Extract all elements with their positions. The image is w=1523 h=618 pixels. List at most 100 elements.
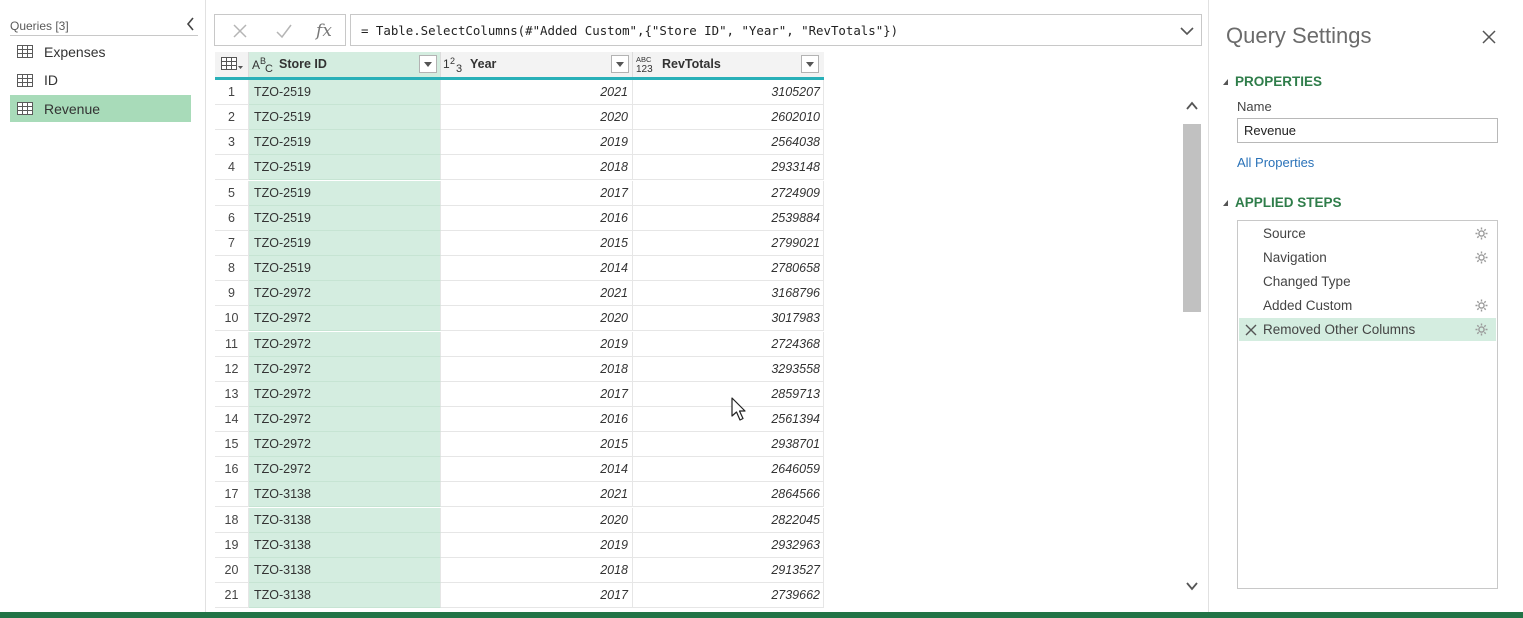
cell-store-id[interactable]: TZO-3138 (249, 583, 441, 608)
cell-year[interactable]: 2015 (441, 432, 633, 458)
cell-year[interactable]: 2017 (441, 583, 633, 608)
cell-revtotals[interactable]: 2564038 (633, 130, 824, 156)
any-type-icon[interactable]: ABC 123 (635, 54, 657, 81)
cell-year[interactable]: 2016 (441, 205, 633, 231)
cell-revtotals[interactable]: 2561394 (633, 406, 824, 432)
cell-store-id[interactable]: TZO-2519 (249, 256, 441, 282)
cell-store-id[interactable]: TZO-2972 (249, 406, 441, 432)
table-row[interactable]: 12 TZO-2972 2018 3293558 (215, 356, 824, 382)
cell-store-id[interactable]: TZO-2972 (249, 331, 441, 357)
cell-store-id[interactable]: TZO-3138 (249, 557, 441, 583)
cell-store-id[interactable]: TZO-2519 (249, 205, 441, 231)
query-name-field[interactable] (1237, 118, 1498, 143)
close-icon[interactable] (229, 20, 251, 42)
cell-revtotals[interactable]: 2646059 (633, 457, 824, 483)
all-properties-link[interactable]: All Properties (1237, 155, 1314, 170)
cell-year[interactable]: 2015 (441, 230, 633, 256)
table-row[interactable]: 19 TZO-3138 2019 2932963 (215, 532, 824, 558)
cell-revtotals[interactable]: 2724909 (633, 180, 824, 206)
delete-step-icon[interactable] (1245, 323, 1257, 336)
cell-store-id[interactable]: TZO-2972 (249, 432, 441, 458)
table-row[interactable]: 9 TZO-2972 2021 3168796 (215, 281, 824, 307)
formula-input[interactable]: = Table.SelectColumns(#"Added Custom",{"… (350, 14, 1202, 46)
gear-icon[interactable] (1475, 251, 1488, 264)
applied-step-removed-other-columns[interactable]: Removed Other Columns (1239, 318, 1496, 341)
cell-revtotals[interactable]: 3168796 (633, 281, 824, 307)
table-row[interactable]: 10 TZO-2972 2020 3017983 (215, 306, 824, 332)
column-header-revtotals[interactable]: ABC 123 RevTotals (633, 52, 824, 77)
cell-revtotals[interactable]: 2938701 (633, 432, 824, 458)
cell-year[interactable]: 2018 (441, 155, 633, 181)
applied-steps-section-header[interactable]: APPLIED STEPS (1223, 195, 1342, 210)
table-row[interactable]: 18 TZO-3138 2020 2822045 (215, 507, 824, 533)
cell-store-id[interactable]: TZO-2972 (249, 356, 441, 382)
table-row[interactable]: 21 TZO-3138 2017 2739662 (215, 583, 824, 608)
column-header-store-id[interactable]: ABC Store ID (249, 52, 441, 77)
cell-revtotals[interactable]: 2859713 (633, 381, 824, 407)
table-row[interactable]: 6 TZO-2519 2016 2539884 (215, 205, 824, 231)
cell-store-id[interactable]: TZO-3138 (249, 482, 441, 508)
text-type-icon[interactable]: ABC (252, 55, 274, 80)
cell-store-id[interactable]: TZO-2519 (249, 180, 441, 206)
cell-year[interactable]: 2020 (441, 306, 633, 332)
table-row[interactable]: 16 TZO-2972 2014 2646059 (215, 457, 824, 483)
check-icon[interactable] (273, 20, 295, 42)
cell-revtotals[interactable]: 3017983 (633, 306, 824, 332)
table-row[interactable]: 5 TZO-2519 2017 2724909 (215, 180, 824, 206)
cell-store-id[interactable]: TZO-2519 (249, 230, 441, 256)
cell-store-id[interactable]: TZO-2519 (249, 155, 441, 181)
cell-year[interactable]: 2021 (441, 80, 633, 105)
scroll-up-chevron-icon[interactable] (1184, 98, 1200, 114)
cell-year[interactable]: 2021 (441, 482, 633, 508)
cell-revtotals[interactable]: 2799021 (633, 230, 824, 256)
cell-year[interactable]: 2019 (441, 331, 633, 357)
cell-revtotals[interactable]: 2864566 (633, 482, 824, 508)
close-icon[interactable] (1481, 29, 1497, 45)
column-filter-dropdown[interactable] (419, 55, 437, 73)
cell-revtotals[interactable]: 3293558 (633, 356, 824, 382)
cell-year[interactable]: 2014 (441, 256, 633, 282)
query-item-id[interactable]: ID (10, 67, 191, 94)
cell-revtotals[interactable]: 2724368 (633, 331, 824, 357)
table-row[interactable]: 3 TZO-2519 2019 2564038 (215, 130, 824, 156)
cell-revtotals[interactable]: 2780658 (633, 256, 824, 282)
collapse-chevron-left-icon[interactable] (184, 16, 198, 32)
expand-formula-chevron-down-icon[interactable] (1177, 21, 1197, 41)
cell-revtotals[interactable]: 2913527 (633, 557, 824, 583)
query-item-expenses[interactable]: Expenses (10, 38, 191, 65)
cell-revtotals[interactable]: 2932963 (633, 532, 824, 558)
table-menu-button[interactable] (215, 52, 249, 77)
gear-icon[interactable] (1475, 299, 1488, 312)
cell-year[interactable]: 2018 (441, 557, 633, 583)
applied-step-source[interactable]: Source (1239, 222, 1496, 245)
cell-revtotals[interactable]: 2539884 (633, 205, 824, 231)
table-row[interactable]: 2 TZO-2519 2020 2602010 (215, 105, 824, 131)
applied-step-navigation[interactable]: Navigation (1239, 246, 1496, 269)
table-row[interactable]: 20 TZO-3138 2018 2913527 (215, 557, 824, 583)
column-filter-dropdown[interactable] (611, 55, 629, 73)
cell-year[interactable]: 2016 (441, 406, 633, 432)
cell-revtotals[interactable]: 2739662 (633, 583, 824, 608)
properties-section-header[interactable]: PROPERTIES (1223, 74, 1322, 89)
cell-year[interactable]: 2017 (441, 180, 633, 206)
cell-revtotals[interactable]: 2602010 (633, 105, 824, 131)
table-row[interactable]: 7 TZO-2519 2015 2799021 (215, 230, 824, 256)
cell-year[interactable]: 2020 (441, 105, 633, 131)
query-item-revenue[interactable]: Revenue (10, 95, 191, 122)
cell-revtotals[interactable]: 3105207 (633, 80, 824, 105)
cell-store-id[interactable]: TZO-2519 (249, 80, 441, 105)
cell-year[interactable]: 2019 (441, 130, 633, 156)
cell-store-id[interactable]: TZO-2972 (249, 306, 441, 332)
scroll-thumb[interactable] (1183, 124, 1201, 312)
table-row[interactable]: 8 TZO-2519 2014 2780658 (215, 256, 824, 282)
table-row[interactable]: 17 TZO-3138 2021 2864566 (215, 482, 824, 508)
cell-year[interactable]: 2014 (441, 457, 633, 483)
cell-store-id[interactable]: TZO-2519 (249, 105, 441, 131)
scroll-down-chevron-icon[interactable] (1184, 578, 1200, 594)
cell-store-id[interactable]: TZO-2972 (249, 281, 441, 307)
table-row[interactable]: 11 TZO-2972 2019 2724368 (215, 331, 824, 357)
applied-step-added-custom[interactable]: Added Custom (1239, 294, 1496, 317)
cell-store-id[interactable]: TZO-3138 (249, 532, 441, 558)
table-row[interactable]: 1 TZO-2519 2021 3105207 (215, 80, 824, 105)
cell-store-id[interactable]: TZO-3138 (249, 507, 441, 533)
